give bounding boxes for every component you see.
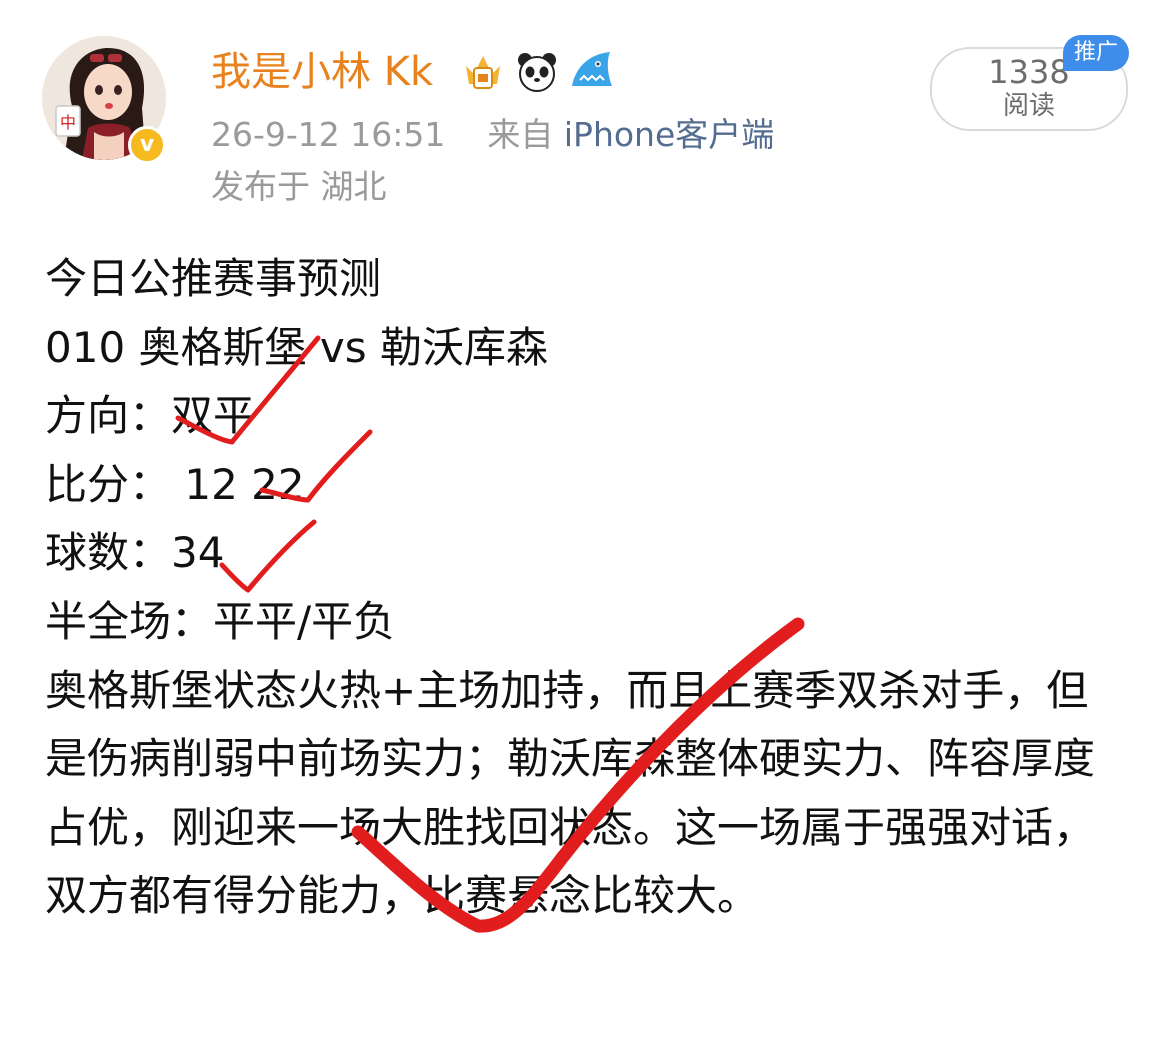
post-line: 球数：34 — [45, 528, 225, 578]
post-line: 010 奥格斯堡 vs 勒沃库森 — [45, 322, 548, 372]
crown-mahjong-icon — [460, 48, 506, 94]
shark-icon — [568, 48, 614, 94]
svg-text:中: 中 — [60, 113, 76, 132]
post-source-link[interactable]: iPhone客户端 — [564, 115, 774, 154]
post-meta: 26-9-12 16:51 来自 iPhone客户端 — [211, 112, 774, 158]
panda-icon — [514, 48, 560, 94]
post-line: 方向：双平 — [45, 391, 256, 441]
author-name[interactable]: 我是小林 Kk — [211, 44, 433, 100]
post-paragraph: 奥格斯堡状态火热+主场加持，而且上赛季双杀对手，但是伤病削弱中前场实力；勒沃库森… — [45, 665, 1096, 921]
post-line: 比分： 12 22 — [45, 459, 305, 509]
post-location: 发布于 湖北 — [211, 167, 387, 206]
post-body: 今日公推赛事预测 010 奥格斯堡 vs 勒沃库森 方向：双平 比分： 12 2… — [45, 245, 1125, 931]
post-timestamp: 26-9-12 16:51 — [211, 115, 446, 154]
read-label: 阅读 — [1002, 91, 1055, 121]
promo-tag: 推广 — [1063, 35, 1129, 71]
verified-icon: v — [128, 126, 166, 164]
author-badges — [460, 48, 614, 94]
post-source-prefix: 来自 — [487, 115, 554, 154]
post-line: 今日公推赛事预测 — [45, 254, 382, 303]
post-line: 半全场：平平/平负 — [45, 596, 396, 646]
